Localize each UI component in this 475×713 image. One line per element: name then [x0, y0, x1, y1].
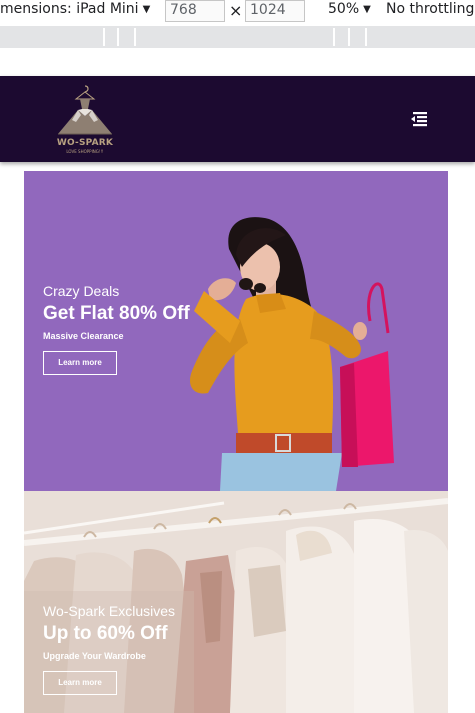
- viewport-height-input[interactable]: 1024: [245, 0, 305, 22]
- banner-headline: Get Flat 80% Off: [43, 303, 190, 324]
- dropdown-caret-icon: ▼: [363, 4, 371, 15]
- device-selector-label: mensions: iPad Mini: [0, 1, 139, 17]
- viewport-width-input[interactable]: 768: [165, 0, 225, 22]
- menu-toggle-button[interactable]: [410, 111, 428, 127]
- mountain-dress-logo-icon: [58, 85, 112, 135]
- viewport-top-gap: [0, 48, 475, 76]
- banner-headline: Up to 60% Off: [43, 623, 168, 644]
- menu-collapse-icon: [411, 112, 427, 127]
- banner-kicker: Crazy Deals: [43, 283, 120, 299]
- dimension-separator: ×: [229, 1, 243, 20]
- ruler-tick: [348, 28, 350, 46]
- banner-subtitle: Upgrade Your Wardrobe: [43, 651, 146, 661]
- media-query-ruler: [0, 26, 475, 48]
- zoom-label: 50%: [328, 1, 360, 17]
- brand-name: WO-SPARK: [56, 138, 114, 148]
- banner-subtitle: Massive Clearance: [43, 331, 124, 341]
- learn-more-button[interactable]: Learn more: [43, 351, 117, 375]
- dropdown-caret-icon: ▼: [142, 4, 151, 15]
- devtools-device-toolbar: mensions: iPad Mini ▼ 768 × 1024 50% ▼ No …: [0, 0, 475, 24]
- banner-kicker: Wo-Spark Exclusives: [43, 603, 176, 619]
- banner-copy: Wo-Spark Exclusives Up to 60% Off Upgrad…: [43, 603, 175, 695]
- ruler-tick: [103, 28, 105, 46]
- ruler-tick: [134, 28, 136, 46]
- learn-more-button[interactable]: Learn more: [43, 671, 117, 695]
- hero-banner-exclusives: Wo-Spark Exclusives Up to 60% Off Upgrad…: [24, 491, 448, 713]
- banner-copy: Crazy Deals Get Flat 80% Off Massive Cle…: [43, 283, 190, 375]
- site-logo[interactable]: WO-SPARK LOVE SHOPPING!!!: [48, 82, 122, 156]
- device-selector[interactable]: mensions: iPad Mini ▼: [0, 1, 150, 17]
- ruler-tick: [117, 28, 119, 46]
- site-header: WO-SPARK LOVE SHOPPING!!!: [0, 76, 475, 162]
- hero-banner-crazy-deals: Crazy Deals Get Flat 80% Off Massive Cle…: [24, 171, 448, 491]
- throttling-selector[interactable]: No throttling: [386, 1, 474, 17]
- ruler-tick: [333, 28, 335, 46]
- zoom-selector[interactable]: 50% ▼: [328, 1, 371, 17]
- ruler-tick: [365, 28, 367, 46]
- brand-tagline: LOVE SHOPPING!!!: [66, 149, 104, 154]
